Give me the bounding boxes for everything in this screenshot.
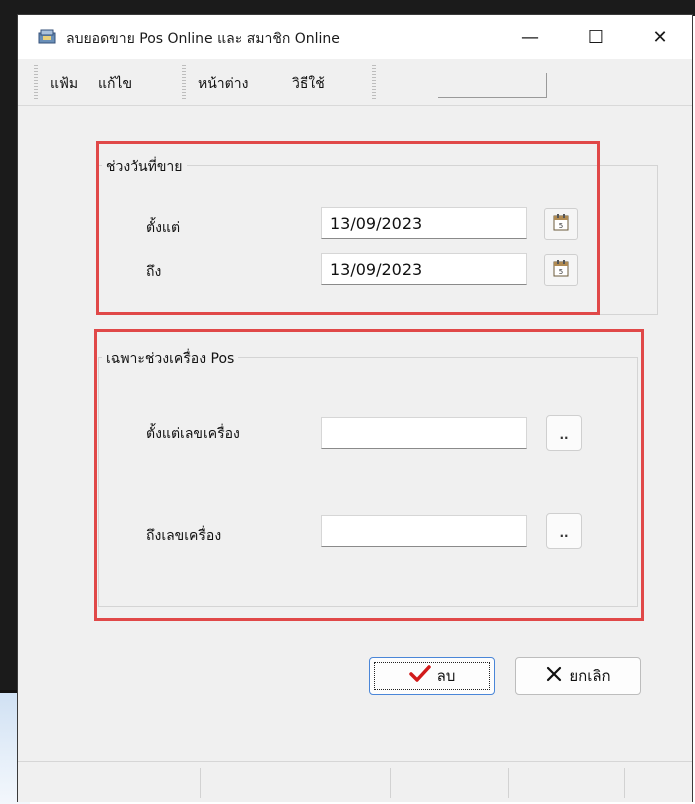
menu-edit[interactable]: แก้ไข <box>98 73 132 95</box>
date-from-calendar-button[interactable]: 5 <box>544 208 578 240</box>
status-bar <box>18 761 692 802</box>
date-to-calendar-button[interactable]: 5 <box>544 254 578 286</box>
minimize-button[interactable]: — <box>500 15 560 59</box>
menu-file[interactable]: แฟ้ม <box>50 73 78 95</box>
dialog-content: ช่วงวันที่ขาย ตั้งแต่ 13/09/2023 5 ถึง 1… <box>18 105 692 755</box>
close-button[interactable]: ✕ <box>630 15 690 59</box>
highlight-box-pos <box>94 329 644 621</box>
date-to-field[interactable]: 13/09/2023 <box>321 253 527 285</box>
svg-text:5: 5 <box>559 222 563 230</box>
cancel-button[interactable]: ยกเลิก <box>515 657 641 695</box>
maximize-icon: ☐ <box>587 26 605 48</box>
status-divider <box>508 768 509 798</box>
pos-from-browse-button[interactable]: .. <box>546 415 582 451</box>
cancel-button-label: ยกเลิก <box>569 667 611 685</box>
status-divider <box>390 768 391 798</box>
menu-window[interactable]: หน้าต่าง <box>198 73 248 95</box>
pos-to-field[interactable] <box>321 515 527 547</box>
maximize-button[interactable]: ☐ <box>566 15 626 59</box>
pos-from-field[interactable] <box>321 417 527 449</box>
status-divider <box>200 768 201 798</box>
close-icon: ✕ <box>652 26 668 48</box>
x-icon <box>545 665 563 687</box>
focus-ring <box>374 662 490 690</box>
status-divider <box>624 768 625 798</box>
delete-button[interactable]: ลบ <box>369 657 495 695</box>
menu-bar: แฟ้ม แก้ไข หน้าต่าง วิธีใช้ <box>18 59 692 106</box>
window-title: ลบยอดขาย Pos Online และ สมาชิก Online <box>66 31 340 47</box>
pos-from-label: ตั้งแต่เลขเครื่อง <box>146 426 240 442</box>
pos-to-browse-button[interactable]: .. <box>546 513 582 549</box>
menu-grip-handle[interactable] <box>34 65 38 99</box>
toolbar-grip-handle[interactable] <box>372 65 376 99</box>
date-to-label: ถึง <box>146 264 162 280</box>
toolbar-area <box>438 73 547 98</box>
title-bar: ลบยอดขาย Pos Online และ สมาชิก Online — … <box>18 15 692 59</box>
svg-text:5: 5 <box>559 268 563 276</box>
date-from-field[interactable]: 13/09/2023 <box>321 207 527 239</box>
date-from-label: ตั้งแต่ <box>146 220 181 236</box>
dialog-window: ลบยอดขาย Pos Online และ สมาชิก Online — … <box>17 14 693 802</box>
menu-help[interactable]: วิธีใช้ <box>292 73 325 95</box>
minimize-icon: — <box>521 26 539 48</box>
pos-to-label: ถึงเลขเครื่อง <box>146 528 222 544</box>
calendar-icon: 5 <box>553 213 569 235</box>
menu-grip-handle[interactable] <box>182 65 186 99</box>
calendar-icon: 5 <box>553 259 569 281</box>
app-icon <box>38 28 56 44</box>
